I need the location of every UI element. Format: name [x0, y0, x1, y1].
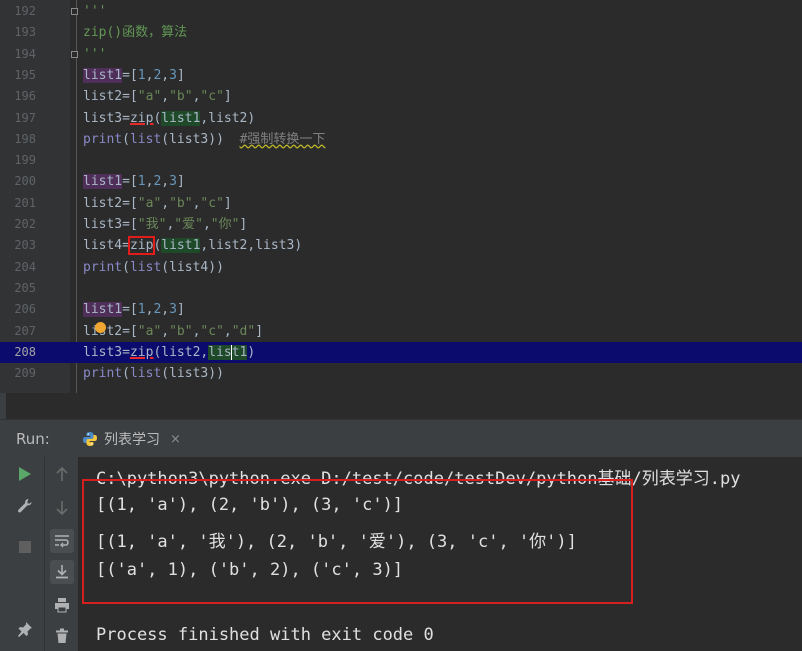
code-text: ''' [83, 46, 107, 62]
code-editor[interactable]: 192 ''' 193 zip()函数，算法 194 ''' 195 list1… [0, 0, 802, 393]
line-number: 205 [14, 280, 36, 295]
run-console-output[interactable]: C:\python3\python.exe D:/test/code/testD… [78, 457, 802, 651]
line-number: 202 [14, 217, 36, 231]
line-number: 204 [14, 259, 36, 274]
code-text: list2=["a","b","c"] [83, 195, 232, 211]
wrench-icon [18, 499, 32, 513]
line-number: 203 [14, 238, 36, 253]
python-icon [83, 432, 97, 446]
code-line-200[interactable]: 200 list1=[1,2,3] [0, 171, 802, 192]
left-edge-strip [0, 393, 6, 419]
editor-bottom-area [0, 393, 802, 419]
code-line-198[interactable]: 198 print(list(list3)) #强制转换一下 [0, 129, 802, 150]
console-output-line-1: [(1, 'a'), (2, 'b'), (3, 'c')] [96, 495, 404, 515]
line-number: 201 [14, 195, 36, 210]
run-label: Run: [16, 430, 50, 448]
line-number: 199 [14, 153, 36, 168]
line-number: 193 [14, 25, 36, 40]
fold-marker[interactable] [71, 8, 78, 15]
line-number: 206 [14, 302, 36, 317]
code-line-206[interactable]: 206 list1=[1,2,3] [0, 299, 802, 320]
code-text: print(list(list3)) [83, 366, 224, 382]
next-occurrence-button[interactable] [50, 496, 74, 520]
lightbulb-icon[interactable] [95, 322, 106, 333]
play-icon [19, 467, 31, 481]
code-text: ''' [83, 4, 107, 19]
text-caret [231, 344, 233, 360]
run-tab[interactable]: 列表学习 × [74, 420, 189, 458]
code-line-192[interactable]: 192 ''' [0, 1, 802, 22]
soft-wrap-button[interactable] [50, 529, 74, 553]
print-button[interactable] [50, 593, 74, 617]
code-text: list1=[1,2,3] [83, 174, 185, 190]
code-text: list3=["我","爱","你"] [83, 217, 248, 232]
print-icon [55, 598, 69, 613]
pin-tab-button[interactable] [13, 617, 37, 641]
console-exit-message: Process finished with exit code 0 [96, 625, 434, 645]
run-tab-name: 列表学习 [104, 432, 160, 448]
console-output-line-2: [(1, 'a', '我'), (2, 'b', '爱'), (3, 'c', … [96, 532, 577, 552]
line-number: 192 [14, 4, 36, 18]
code-line-194[interactable]: 194 ''' [0, 44, 802, 65]
arrow-down-icon [56, 501, 68, 516]
line-number: 195 [14, 67, 36, 82]
code-line-193[interactable]: 193 zip()函数，算法 [0, 22, 802, 43]
code-text: list1=[1,2,3] [83, 67, 185, 83]
code-text: print(list(list3)) #强制转换一下 [83, 131, 326, 147]
close-icon[interactable]: × [170, 432, 181, 447]
code-text: list2=["a","b","c","d"] [83, 323, 264, 339]
run-toolbar-primary [0, 457, 44, 651]
clear-all-button[interactable] [50, 624, 74, 648]
previous-occurrence-button[interactable] [50, 462, 74, 486]
code-text: print(list(list4)) [83, 259, 224, 275]
code-line-201[interactable]: 201 list2=["a","b","c"] [0, 193, 802, 214]
arrow-up-icon [56, 466, 68, 481]
line-number: 198 [14, 131, 36, 146]
scroll-to-end-icon [56, 565, 68, 579]
stop-button[interactable] [13, 535, 37, 559]
run-tool-window-header: Run: 列表学习 × [0, 419, 802, 457]
line-number: 194 [14, 46, 36, 61]
line-number: 209 [14, 366, 36, 381]
code-line-199[interactable]: 199 [0, 150, 802, 171]
code-line-207[interactable]: 207 list2=["a","b","c","d"] [0, 321, 802, 342]
edit-configuration-button[interactable] [13, 494, 37, 518]
code-text: list2=["a","b","c"] [83, 89, 232, 105]
line-number: 207 [14, 323, 36, 338]
soft-wrap-icon [55, 535, 69, 548]
rerun-button[interactable] [13, 462, 37, 486]
code-line-196[interactable]: 196 list2=["a","b","c"] [0, 86, 802, 107]
code-line-195[interactable]: 195 list1=[1,2,3] [0, 65, 802, 86]
code-line-205[interactable]: 205 [0, 278, 802, 299]
line-number: 208 [14, 344, 36, 359]
code-line-208-current[interactable]: 208 list3=zip(list2,list1) [0, 341, 802, 364]
fold-marker[interactable] [71, 51, 78, 58]
docstring-title: zip()函数，算法 [83, 25, 188, 41]
code-text: list3=zip(list2,list1) [83, 344, 256, 360]
stop-icon [19, 541, 31, 553]
trash-icon [56, 628, 68, 643]
console-output-line-3: [('a', 1), ('b', 2), ('c', 3)] [96, 560, 404, 580]
line-number: 200 [14, 174, 36, 189]
line-number: 196 [14, 89, 36, 104]
code-line-209[interactable]: 209 print(list(list3)) [0, 363, 802, 384]
code-text: list1=[1,2,3] [83, 302, 185, 318]
code-text: list4=zip(list1,list2,list3) [83, 236, 303, 256]
line-number: 197 [14, 110, 36, 125]
scroll-to-end-button[interactable] [50, 560, 74, 584]
code-line-197[interactable]: 197 list3=zip(list1,list2) [0, 108, 802, 129]
code-text: list3=zip(list1,list2) [83, 110, 256, 126]
code-line-204[interactable]: 204 print(list(list4)) [0, 257, 802, 278]
run-toolbar-secondary [44, 457, 78, 651]
code-line-203[interactable]: 203 list4=zip(list1,list2,list3) [0, 235, 802, 256]
code-line-202[interactable]: 202 list3=["我","爱","你"] [0, 214, 802, 235]
pin-icon [18, 622, 32, 637]
